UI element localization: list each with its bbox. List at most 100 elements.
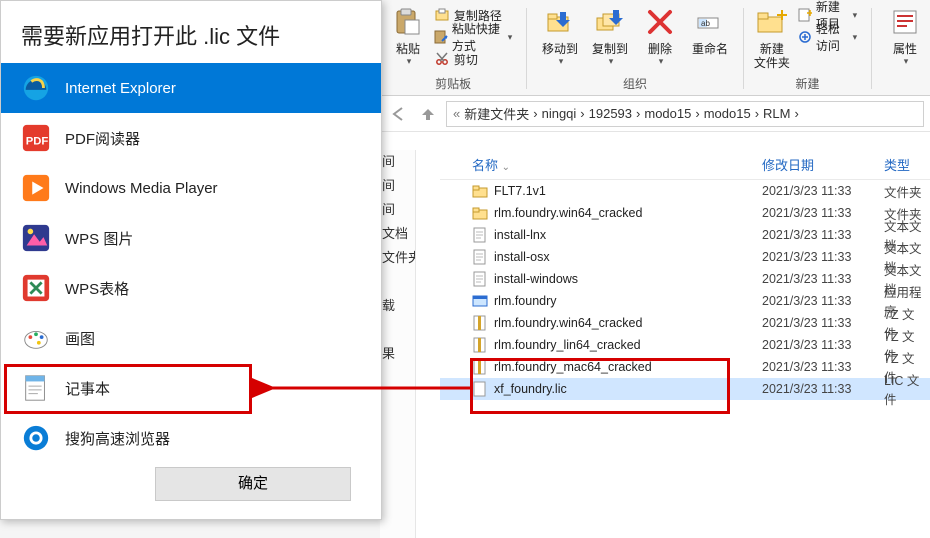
properties-button[interactable]: 属性 ▾ — [882, 4, 928, 72]
copy-to-icon — [594, 6, 626, 38]
breadcrumb-part[interactable]: modo15 — [704, 106, 751, 121]
ribbon-group-organize: 移动到 ▾ 复制到 ▾ 删除 ▾ ab 重命名 组织 — [527, 2, 743, 95]
explorer-window: 粘贴 ▾ 复制路径 粘贴快捷方式 ▾ 剪切 — [380, 0, 930, 538]
file-date: 2021/3/23 11:33 — [754, 338, 876, 352]
tree-item-clipped[interactable]: 间 — [380, 174, 415, 198]
open-with-app-2[interactable]: Windows Media Player — [1, 163, 381, 213]
column-type[interactable]: 类型 — [876, 155, 930, 174]
file-date: 2021/3/23 11:33 — [754, 382, 876, 396]
paste-shortcut-icon — [434, 29, 448, 45]
file-row[interactable]: rlm.foundry_mac64_cracked 2021/3/23 11:3… — [440, 356, 930, 378]
properties-icon — [889, 6, 921, 38]
rename-button[interactable]: ab 重命名 — [687, 4, 733, 72]
move-to-icon — [544, 6, 576, 38]
tree-item-clipped[interactable] — [380, 270, 415, 294]
pdf-icon: PDF — [21, 123, 51, 153]
file-name: install-lnx — [494, 228, 546, 242]
chevron-down-icon: ▾ — [407, 56, 412, 67]
open-with-app-3[interactable]: WPS 图片 — [1, 213, 381, 263]
new-folder-button[interactable]: 新建 文件夹 — [754, 4, 790, 72]
paint-icon — [21, 323, 51, 353]
move-to-button[interactable]: 移动到 ▾ — [537, 4, 583, 72]
ribbon-group-label: 剪贴板 — [390, 73, 516, 95]
file-name: xf_foundry.lic — [494, 382, 567, 396]
column-name[interactable]: 名称 ⌄ — [464, 155, 754, 174]
tree-item-clipped[interactable]: 间 — [380, 198, 415, 222]
chevron-right-icon: › — [636, 106, 640, 121]
open-with-app-6[interactable]: 记事本 — [1, 363, 381, 413]
file-row[interactable]: install-windows 2021/3/23 11:33 文本文档 — [440, 268, 930, 290]
breadcrumb-part[interactable]: ningqi — [542, 106, 577, 121]
chevron-right-icon: › — [580, 106, 584, 121]
file-type: 文件夹 — [876, 182, 930, 201]
copy-to-button[interactable]: 复制到 ▾ — [587, 4, 633, 72]
column-headers: 名称 ⌄ 修改日期 类型 — [440, 150, 930, 180]
open-with-app-7[interactable]: 搜狗高速浏览器 — [1, 413, 381, 463]
open-with-app-5[interactable]: 画图 — [1, 313, 381, 363]
tree-item-clipped[interactable]: 载 — [380, 294, 415, 318]
open-with-app-1[interactable]: PDFPDF阅读器 — [1, 113, 381, 163]
ribbon-group-new: 新建 文件夹 新建项目 ▾ 轻松访问 ▾ 新建 — [744, 2, 871, 95]
app-label: 搜狗高速浏览器 — [65, 428, 170, 449]
ribbon-group-label: 新建 — [754, 73, 861, 95]
open-with-app-4[interactable]: WPS表格 — [1, 263, 381, 313]
file-row[interactable]: xf_foundry.lic 2021/3/23 11:33 LIC 文件 — [440, 378, 930, 400]
file-icon — [472, 315, 488, 331]
breadcrumb-part[interactable]: modo15 — [644, 106, 691, 121]
file-name: FLT7.1v1 — [494, 184, 546, 198]
file-date: 2021/3/23 11:33 — [754, 360, 876, 374]
ok-button[interactable]: 确定 — [155, 467, 351, 501]
cut-label: 剪切 — [454, 51, 478, 68]
ie-icon — [21, 73, 51, 103]
ribbon-group-clipboard: 粘贴 ▾ 复制路径 粘贴快捷方式 ▾ 剪切 — [380, 2, 526, 95]
easy-access-icon — [798, 29, 812, 45]
wpspic-icon — [21, 223, 51, 253]
file-row[interactable]: rlm.foundry.win64_cracked 2021/3/23 11:3… — [440, 202, 930, 224]
new-folder-icon — [756, 6, 788, 38]
file-row[interactable]: rlm.foundry_lin64_cracked 2021/3/23 11:3… — [440, 334, 930, 356]
file-row[interactable]: rlm.foundry 2021/3/23 11:33 应用程序 — [440, 290, 930, 312]
new-item-icon — [798, 7, 812, 23]
address-bar-row: « 新建文件夹›ningqi›192593›modo15›modo15›RLM› — [380, 96, 930, 132]
breadcrumb-part[interactable]: 新建文件夹 — [464, 104, 529, 123]
new-folder-label: 新建 文件夹 — [754, 42, 790, 70]
file-name: rlm.foundry_mac64_cracked — [494, 360, 652, 374]
file-icon — [472, 205, 488, 221]
file-icon — [472, 271, 488, 287]
file-row[interactable]: install-lnx 2021/3/23 11:33 文本文档 — [440, 224, 930, 246]
open-with-app-0[interactable]: Internet Explorer — [1, 63, 381, 113]
file-row[interactable]: FLT7.1v1 2021/3/23 11:33 文件夹 — [440, 180, 930, 202]
chevron-right-icon: › — [533, 106, 537, 121]
nav-back-button[interactable] — [386, 102, 410, 126]
chevron-right-icon: › — [755, 106, 759, 121]
cut-button[interactable]: 剪切 — [430, 48, 516, 70]
file-name: rlm.foundry.win64_cracked — [494, 206, 642, 220]
file-row[interactable]: install-osx 2021/3/23 11:33 文本文档 — [440, 246, 930, 268]
chevron-down-icon: ▾ — [904, 56, 909, 67]
properties-label: 属性 — [893, 42, 917, 56]
file-row[interactable]: rlm.foundry.win64_cracked 2021/3/23 11:3… — [440, 312, 930, 334]
app-label: 记事本 — [65, 378, 110, 399]
delete-label: 删除 — [648, 42, 672, 56]
tree-item-clipped[interactable] — [380, 318, 415, 342]
notepad-icon — [21, 373, 51, 403]
tree-item-clipped[interactable]: 间 — [380, 150, 415, 174]
file-name: rlm.foundry_lin64_cracked — [494, 338, 641, 352]
breadcrumb[interactable]: « 新建文件夹›ningqi›192593›modo15›modo15›RLM› — [446, 101, 924, 127]
breadcrumb-part[interactable]: RLM — [763, 106, 790, 121]
column-date[interactable]: 修改日期 — [754, 155, 876, 174]
app-label: WPS表格 — [65, 278, 129, 299]
ribbon: 粘贴 ▾ 复制路径 粘贴快捷方式 ▾ 剪切 — [380, 0, 930, 96]
delete-button[interactable]: 删除 ▾ — [637, 4, 683, 72]
tree-item-clipped[interactable]: 文件夹 — [380, 246, 415, 270]
file-date: 2021/3/23 11:33 — [754, 294, 876, 308]
file-icon — [472, 227, 488, 243]
paste-shortcut-button[interactable]: 粘贴快捷方式 ▾ — [430, 26, 516, 48]
tree-item-clipped[interactable]: 果 — [380, 342, 415, 366]
easy-access-button[interactable]: 轻松访问 ▾ — [794, 26, 861, 48]
paste-button[interactable]: 粘贴 ▾ — [390, 4, 426, 72]
nav-up-button[interactable] — [416, 102, 440, 126]
rename-label: 重命名 — [692, 42, 728, 56]
breadcrumb-part[interactable]: 192593 — [589, 106, 632, 121]
tree-item-clipped[interactable]: 文档 — [380, 222, 415, 246]
